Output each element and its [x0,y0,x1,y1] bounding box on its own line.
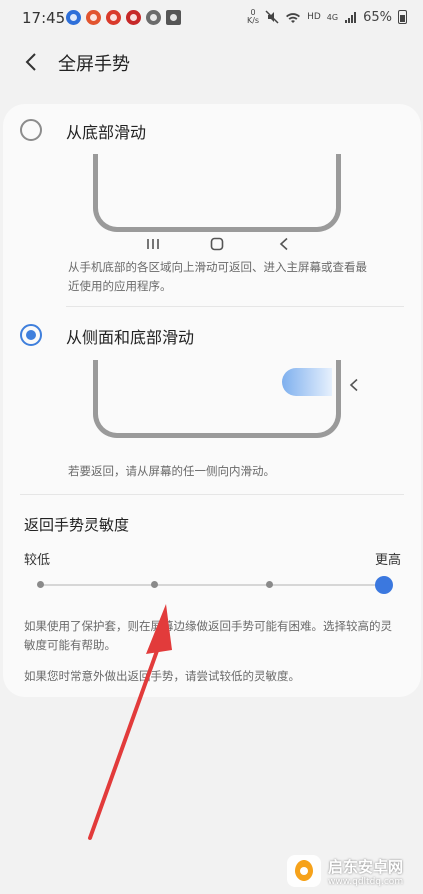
slider-tick [265,581,273,588]
divider [20,494,404,495]
option-label: 从侧面和底部滑动 [66,328,195,347]
watermark-logo-icon [287,855,321,887]
radio-button-selected[interactable] [20,324,42,346]
mute-icon [265,10,279,24]
radio-button[interactable] [20,119,42,141]
back-icon [279,237,288,251]
notification-app-icon [126,10,141,25]
notification-app-icon [86,10,101,25]
signal-label: 4G [326,12,339,22]
network-speed: 0 K/s [246,8,260,25]
watermark-title: 启东安卓网 [328,857,404,876]
slider-thumb[interactable] [375,576,393,594]
slider-tick [36,581,44,588]
option-side-bottom-swipe[interactable]: 从侧面和底部滑动 [0,314,418,354]
gallery-icon [166,10,181,25]
section-title: 返回手势灵敏度 [24,516,130,534]
signal-icon [345,11,357,23]
slider-max-label: 更高 [374,553,401,568]
swipe-gesture-indicator [282,368,332,396]
hd-label: HD [307,12,321,22]
bottom-swipe-illustration [93,154,341,232]
app-header: 全屏手势 [0,40,423,84]
battery-icon [398,10,407,24]
recents-icon [147,239,159,249]
chevron-left-icon [25,53,36,71]
sensitivity-note: 如果您时常意外做出返回手势，请尝试较低的灵敏度。 [24,669,300,683]
divider [66,306,404,307]
option-description: 若要返回，请从屏幕的任一侧向内滑动。 [68,464,275,478]
notification-app-icon [146,10,161,25]
home-icon [210,237,224,251]
sensitivity-slider[interactable] [36,576,393,594]
notification-icons [66,10,181,25]
notification-app-icon [106,10,121,25]
status-time: 17:45 [22,9,66,27]
wifi-icon [286,12,301,23]
back-button[interactable] [18,48,46,76]
status-indicators: 0 K/s HD 4G 65% [247,9,407,25]
page-title: 全屏手势 [58,54,130,75]
chevron-left-icon [349,378,358,392]
slider-min-label: 较低 [24,553,51,568]
watermark-url: www.qdltdq.com [328,876,404,887]
option-description: 从手机底部的各区域向上滑动可返回、进入主屏幕或查看最近使用的应用程序。 [68,260,367,293]
option-label: 从底部滑动 [66,123,147,142]
nav-bar-icons [142,236,292,254]
battery-percent: 65% [363,9,392,25]
notification-app-icon [66,10,81,25]
watermark: 启东安卓网 www.qdltdq.com [286,854,403,888]
sensitivity-note: 如果使用了保护套，则在屏幕边缘做返回手势可能有困难。选择较高的灵敏度可能有帮助。 [24,619,392,652]
option-bottom-swipe[interactable]: 从底部滑动 [0,109,418,149]
status-bar: 17:45 0 K/s HD 4G 65% [0,0,423,36]
